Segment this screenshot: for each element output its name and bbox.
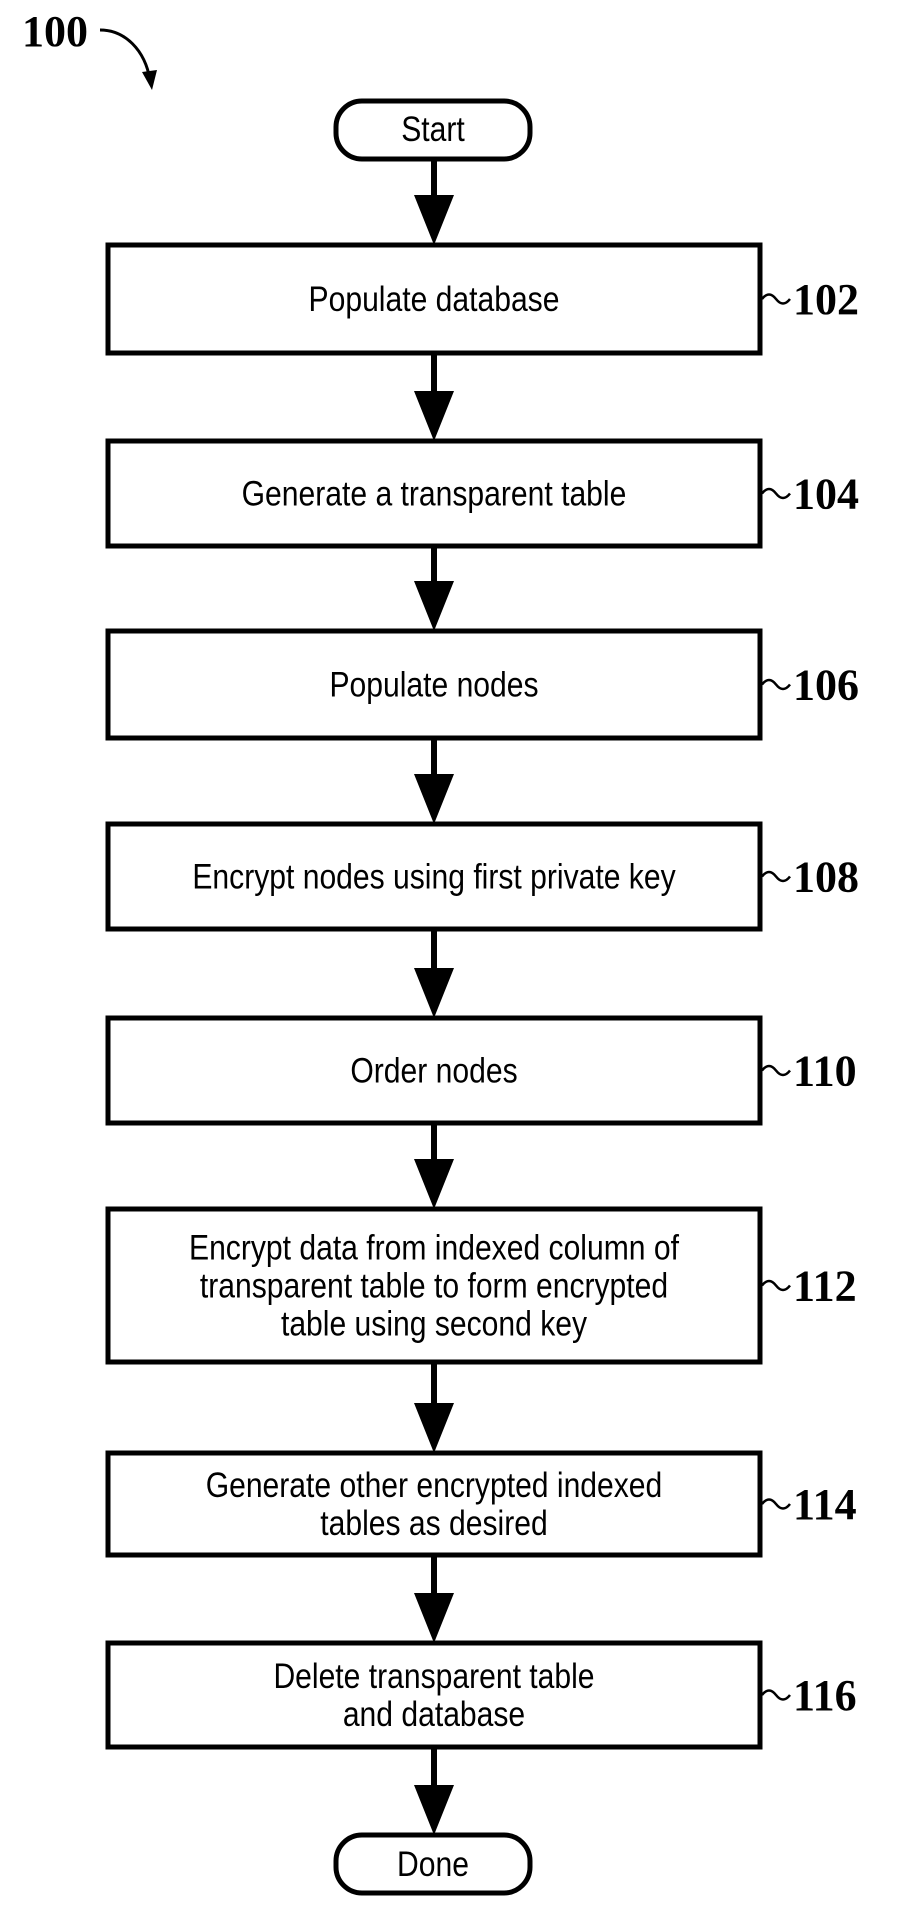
connector-arrow	[414, 1555, 454, 1643]
connector-arrow	[414, 159, 454, 245]
connector-arrow	[414, 1747, 454, 1835]
process-step-102: Populate database 102	[105, 242, 859, 356]
connector-arrow	[414, 353, 454, 441]
leader-squiggle-icon	[761, 1689, 791, 1701]
arrowhead-icon	[414, 1785, 454, 1835]
step-ref-number: 102	[793, 275, 859, 324]
leader-squiggle-icon	[761, 1498, 791, 1510]
connector-arrow	[414, 546, 454, 631]
step-label-line: and database	[343, 1694, 525, 1734]
step-label-line: table using second key	[281, 1303, 588, 1343]
step-ref-number: 112	[793, 1262, 857, 1311]
flowchart: 100 Start Populate database 102 Generate a…	[22, 7, 859, 1896]
step-label-line: Populate nodes	[329, 664, 538, 704]
step-label-line: Delete transparent table	[273, 1656, 594, 1696]
step-label-line: Generate other encrypted indexed	[206, 1465, 663, 1505]
connector-arrow	[414, 929, 454, 1018]
arrowhead-icon	[414, 1403, 454, 1453]
leader-squiggle-icon	[761, 1064, 791, 1077]
arrowhead-icon	[414, 195, 454, 245]
arrowhead-icon	[414, 581, 454, 631]
step-label-line: transparent table to form encrypted	[200, 1265, 668, 1305]
step-label-line: Order nodes	[350, 1050, 517, 1090]
step-label-line: Populate database	[309, 279, 560, 319]
arrowhead-icon	[414, 1593, 454, 1643]
step-ref-number: 108	[793, 853, 859, 902]
step-ref-number: 114	[793, 1480, 857, 1529]
figure-ref-label: 100	[22, 7, 88, 56]
start-label: Start	[401, 109, 465, 149]
step-ref-number: 104	[793, 470, 859, 519]
process-step-116: Delete transparent tableand database 116	[105, 1640, 857, 1750]
process-step-106: Populate nodes 106	[105, 628, 859, 741]
process-step-108: Encrypt nodes using first private key 108	[105, 821, 859, 932]
process-step-112: Encrypt data from indexed column oftrans…	[105, 1206, 857, 1365]
done-terminal: Done	[333, 1832, 533, 1896]
connector-arrow	[414, 1123, 454, 1209]
step-ref-number: 110	[793, 1047, 857, 1096]
arrowhead-icon	[414, 1159, 454, 1209]
process-step-114: Generate other encrypted indexedtables a…	[105, 1450, 857, 1558]
figure-ref-arrowhead-icon	[142, 70, 157, 90]
connector-arrow	[414, 738, 454, 824]
done-label: Done	[397, 1844, 469, 1884]
leader-squiggle-icon	[761, 678, 791, 691]
step-label-line: Encrypt nodes using first private key	[192, 856, 676, 896]
step-label-line: Generate a transparent table	[242, 473, 627, 513]
step-label-line: tables as desired	[320, 1503, 547, 1543]
leader-squiggle-icon	[761, 293, 791, 305]
arrowhead-icon	[414, 774, 454, 824]
connector-arrow	[414, 1362, 454, 1453]
step-ref-number: 116	[793, 1671, 857, 1720]
arrowhead-icon	[414, 391, 454, 441]
step-ref-number: 106	[793, 661, 859, 710]
leader-squiggle-icon	[761, 870, 791, 883]
leader-squiggle-icon	[761, 1279, 791, 1292]
start-terminal: Start	[333, 98, 533, 162]
process-step-104: Generate a transparent table 104	[105, 438, 859, 549]
step-label-line: Encrypt data from indexed column of	[189, 1227, 680, 1267]
arrowhead-icon	[414, 968, 454, 1018]
leader-squiggle-icon	[761, 487, 791, 500]
process-step-110: Order nodes 110	[105, 1015, 857, 1126]
